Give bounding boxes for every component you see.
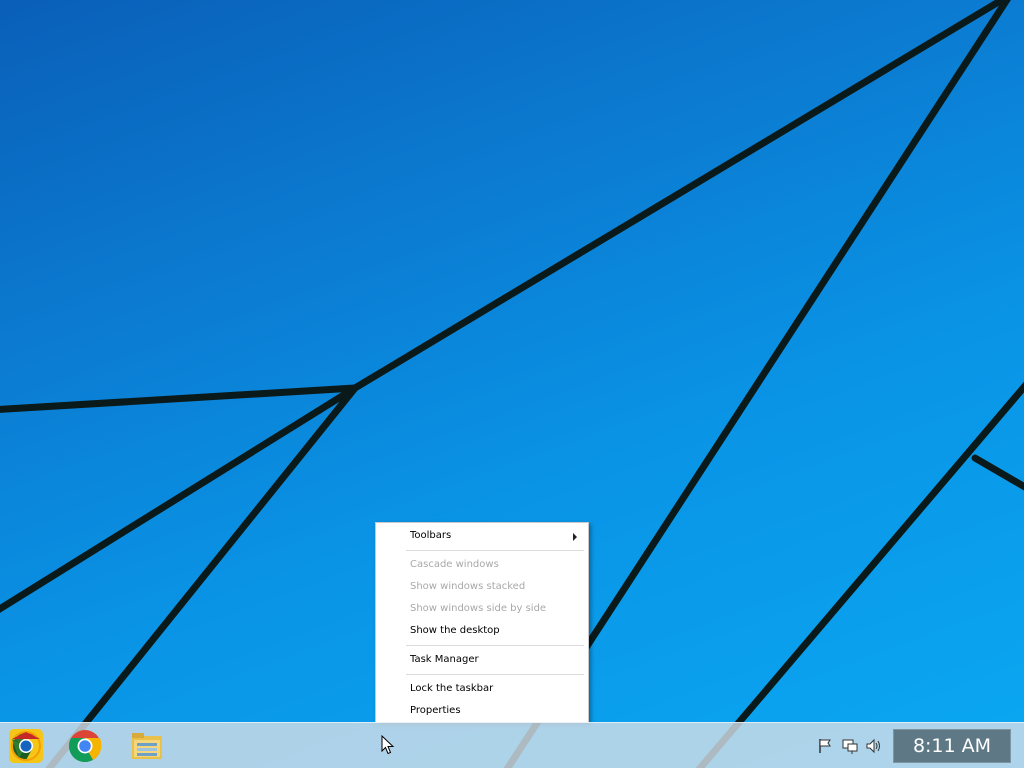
menu-item-show-the-desktop[interactable]: Show the desktop — [376, 621, 588, 641]
clock-time: 8:11 AM — [912, 735, 992, 757]
file-explorer-icon[interactable] — [129, 728, 165, 764]
menu-item-side-by-side-label: Show windows side by side — [410, 603, 547, 614]
submenu-arrow-icon — [573, 533, 577, 541]
network-icon[interactable] — [841, 737, 859, 755]
menu-item-show-windows-side-by-side[interactable]: Show windows side by side — [376, 599, 588, 619]
menu-item-task-manager-label: Task Manager — [410, 654, 479, 665]
menu-item-task-manager[interactable]: Task Manager — [376, 650, 588, 670]
chrome-canary-icon[interactable] — [8, 728, 44, 764]
menu-item-cascade-label: Cascade windows — [410, 559, 499, 570]
desktop[interactable]: Toolbars Cascade windows Show windows st… — [0, 0, 1024, 768]
menu-item-show-desktop-label: Show the desktop — [410, 625, 500, 636]
menu-item-stacked-label: Show windows stacked — [410, 581, 526, 592]
taskbar-clock[interactable]: 8:11 AM — [893, 729, 1011, 763]
menu-item-lock-the-taskbar[interactable]: Lock the taskbar — [376, 679, 588, 699]
action-center-flag-icon[interactable] — [816, 737, 834, 755]
menu-item-show-windows-stacked[interactable]: Show windows stacked — [376, 577, 588, 597]
chrome-icon[interactable] — [67, 728, 103, 764]
menu-separator — [406, 550, 584, 551]
menu-item-lock-taskbar-label: Lock the taskbar — [410, 683, 494, 694]
menu-item-properties-label: Properties — [410, 705, 461, 716]
menu-separator — [406, 674, 584, 675]
menu-item-cascade-windows[interactable]: Cascade windows — [376, 555, 588, 575]
mouse-pointer-icon — [381, 735, 395, 755]
menu-item-toolbars[interactable]: Toolbars — [376, 526, 588, 546]
menu-item-properties[interactable]: Properties — [376, 701, 588, 721]
taskbar[interactable]: 8:11 AM — [0, 722, 1024, 768]
volume-icon[interactable] — [865, 737, 883, 755]
menu-separator — [406, 645, 584, 646]
menu-item-toolbars-label: Toolbars — [410, 530, 452, 541]
taskbar-context-menu: Toolbars Cascade windows Show windows st… — [375, 522, 589, 723]
